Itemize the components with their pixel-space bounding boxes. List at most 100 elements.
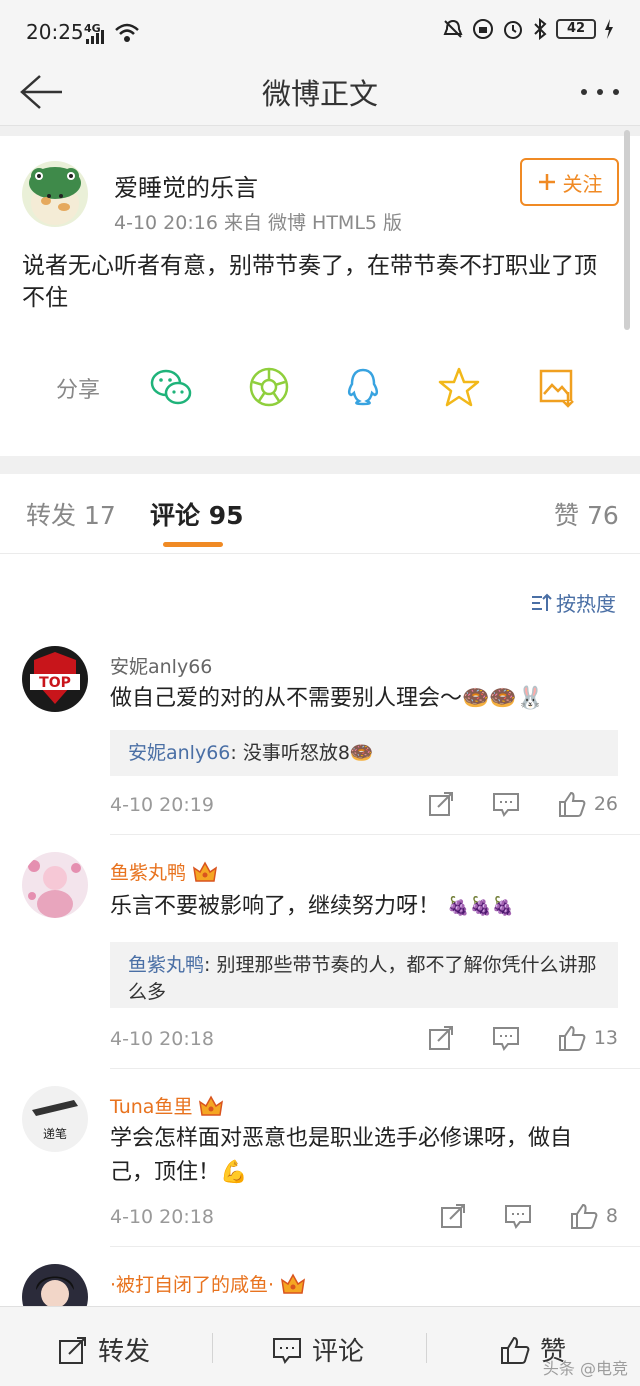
active-tab-indicator	[163, 542, 223, 547]
comment-actions: 13	[390, 1024, 618, 1052]
commenter-avatar[interactable]	[22, 1264, 88, 1306]
comment-time: 4-10 20:18	[110, 1206, 214, 1228]
like-button[interactable]: 13	[558, 1024, 618, 1052]
author-avatar[interactable]	[22, 161, 88, 227]
moments-icon[interactable]	[246, 364, 292, 410]
like-count: 26	[593, 793, 618, 815]
reply-preview[interactable]: 安妮anly66: 没事听怒放8🍩	[110, 730, 618, 776]
share-icon[interactable]	[428, 791, 454, 817]
avatar-logo-text: TOP	[39, 675, 71, 691]
divider	[426, 1333, 427, 1363]
post-text: 说者无心听者有意，别带节奏了，在带节奏不打职业了顶不住	[22, 253, 597, 311]
scrollbar[interactable]	[624, 130, 630, 330]
comment-text: 乐言不要被影响了，继续努力呀！ 🍇🍇🍇	[110, 890, 610, 924]
qq-icon[interactable]	[340, 364, 386, 410]
divider	[212, 1333, 213, 1363]
qzone-star-icon[interactable]	[436, 364, 482, 410]
commenter-name[interactable]: ·被打自闭了的咸鱼·	[110, 1270, 306, 1297]
tab-likes[interactable]: 赞 76	[554, 496, 619, 532]
divider	[110, 1068, 640, 1069]
thumbs-up-icon	[501, 1336, 530, 1364]
share-row: 分享	[0, 362, 640, 412]
comment-actions: 26	[390, 790, 618, 818]
bottom-action-bar: 转发 评论 赞 头条 @电竞	[0, 1306, 640, 1386]
divider	[110, 1246, 640, 1247]
commenter-avatar[interactable]: 递笔	[22, 1086, 88, 1152]
thumbs-up-icon	[570, 1203, 598, 1229]
follow-button[interactable]: 关注	[520, 158, 619, 206]
avatar-text: 递笔	[43, 1126, 67, 1141]
commenter-avatar[interactable]	[22, 852, 88, 918]
status-time: 20:25	[26, 20, 84, 44]
thumbs-up-icon	[558, 791, 586, 817]
comment-item: ·被打自闭了的咸鱼·	[0, 1264, 640, 1306]
more-options-icon[interactable]	[578, 68, 622, 116]
comment-icon	[273, 1337, 301, 1364]
commenter-name[interactable]: 鱼紫丸鸭	[110, 858, 218, 885]
wifi-icon	[115, 23, 139, 42]
tab-bar: 转发 17 评论 95 赞 76	[0, 474, 640, 554]
plus-icon	[538, 174, 555, 190]
comment-icon[interactable]	[504, 1203, 532, 1229]
like-button[interactable]: 8	[570, 1202, 618, 1230]
post-card: 爱睡觉的乐言 4-10 20:16 来自 微博 HTML5 版 关注 说者无心听…	[0, 136, 640, 456]
like-count: 8	[605, 1205, 618, 1227]
repost-label: 转发	[98, 1337, 151, 1367]
like-button[interactable]: 26	[558, 790, 618, 818]
bluetooth-icon	[534, 18, 547, 40]
comment-time: 4-10 20:19	[110, 794, 214, 816]
page-title: 微博正文	[261, 77, 378, 111]
commenter-avatar[interactable]: TOP	[22, 646, 88, 712]
alarm-icon	[504, 21, 522, 39]
share-icon[interactable]	[440, 1203, 466, 1229]
share-label: 分享	[56, 378, 101, 403]
vip-crown-icon	[281, 1272, 306, 1294]
reply-preview[interactable]: 鱼紫丸鸭: 别理那些带节奏的人，都不了解你凭什么讲那么多	[110, 942, 618, 1008]
comment-item: 递笔 Tuna鱼里 学会怎样面对恶意也是职业选手必修课呀，做自己，顶住！💪 4-…	[0, 1086, 640, 1247]
commenter-name[interactable]: Tuna鱼里	[110, 1092, 224, 1119]
nav-bar: 微博正文	[0, 62, 640, 126]
comment-icon[interactable]	[492, 1025, 520, 1051]
tab-repost[interactable]: 转发 17	[26, 496, 116, 532]
cheer-emoji: 🍇	[447, 896, 470, 917]
repost-icon	[59, 1336, 86, 1364]
comment-label: 评论	[312, 1337, 365, 1367]
vip-crown-icon	[193, 860, 218, 882]
cheer-emoji: 🍇	[491, 896, 515, 917]
comment-icon[interactable]	[492, 791, 520, 817]
author-name[interactable]: 爱睡觉的乐言	[114, 168, 258, 203]
comment-text: 做自己爱的对的从不需要别人理会〜🍩🍩🐰	[110, 686, 545, 711]
divider	[0, 126, 640, 136]
comment-item: TOP 安妮anly66 做自己爱的对的从不需要别人理会〜🍩🍩🐰 安妮anly6…	[0, 646, 640, 836]
charging-icon	[605, 19, 613, 39]
comment-time: 4-10 20:18	[110, 1028, 214, 1050]
cheer-emoji: 🍇	[469, 896, 492, 917]
lock-circle-icon	[473, 19, 493, 39]
sort-label: 按热度	[556, 592, 616, 616]
divider	[110, 834, 640, 835]
repost-button[interactable]: 转发	[58, 1331, 150, 1368]
sort-icon	[532, 593, 552, 611]
sort-button[interactable]: 按热度	[530, 588, 616, 617]
watermark: 头条 @电竞	[542, 1359, 628, 1378]
signal-icon	[86, 30, 104, 44]
mute-icon	[443, 19, 463, 38]
wechat-icon[interactable]	[148, 364, 194, 410]
reply-author[interactable]: 鱼紫丸鸭	[128, 954, 204, 976]
save-image-icon[interactable]	[534, 364, 580, 410]
vip-crown-icon	[199, 1094, 224, 1116]
share-icon[interactable]	[428, 1025, 454, 1051]
post-meta: 4-10 20:16 来自 微博 HTML5 版	[114, 212, 403, 234]
tab-comments[interactable]: 评论 95	[150, 496, 244, 532]
comment-item: 鱼紫丸鸭 乐言不要被影响了，继续努力呀！ 🍇🍇🍇 鱼紫丸鸭: 别理那些带节奏的人…	[0, 852, 640, 1069]
thumbs-up-icon	[558, 1025, 586, 1051]
like-count: 13	[593, 1027, 618, 1049]
comment-button[interactable]: 评论	[272, 1331, 364, 1368]
comment-text: 学会怎样面对恶意也是职业选手必修课呀，做自己，顶住！💪	[110, 1126, 573, 1185]
comment-actions: 8	[402, 1202, 618, 1230]
status-bar: 20:25 4G 42	[0, 0, 640, 62]
battery-indicator: 42	[556, 19, 596, 39]
commenter-name[interactable]: 安妮anly66	[110, 652, 212, 679]
reply-author[interactable]: 安妮anly66	[128, 742, 230, 764]
reply-text: : 没事听怒放8🍩	[230, 742, 374, 764]
